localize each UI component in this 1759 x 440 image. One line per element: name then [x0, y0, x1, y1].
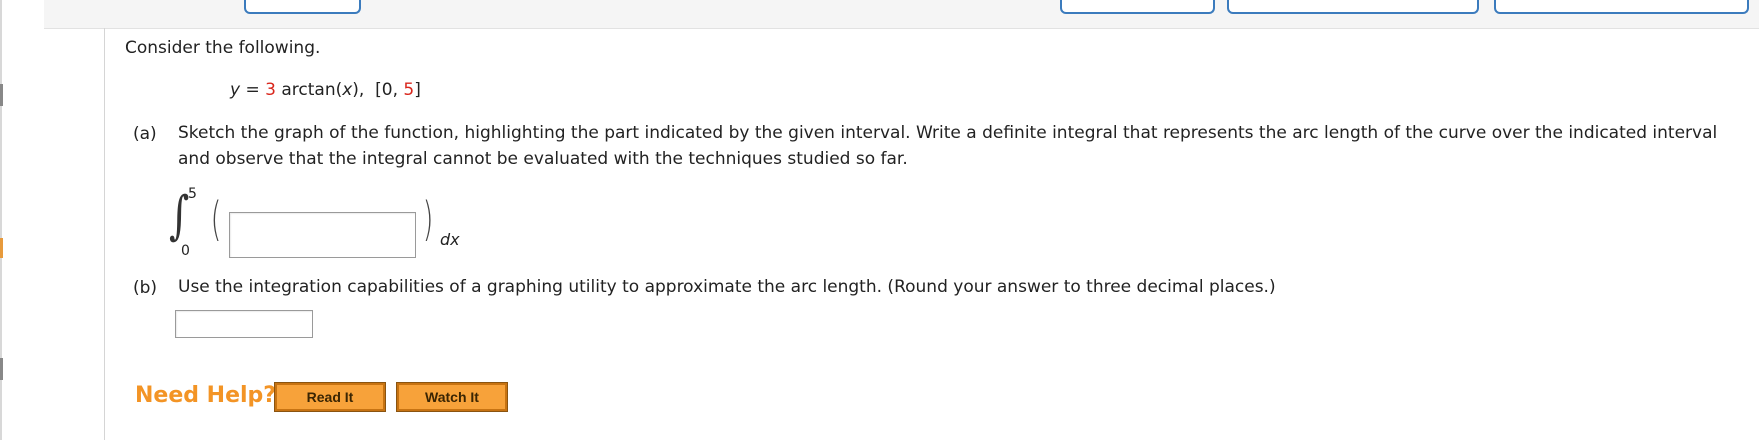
- part-a-label: (a): [133, 124, 157, 144]
- need-help-title: Need Help?: [135, 383, 277, 408]
- integral-differential: dx: [440, 230, 460, 249]
- interval-close: ]: [414, 80, 421, 100]
- toolbar-tab-2[interactable]: [1060, 0, 1215, 14]
- equation-coefficient: 3: [265, 80, 276, 100]
- toolbar-tab-4[interactable]: [1494, 0, 1749, 14]
- part-b-label: (b): [133, 278, 158, 298]
- equation-func-prefix: arctan(: [275, 80, 343, 100]
- equation-variable: x: [342, 80, 353, 100]
- toolbar-tab-3[interactable]: [1227, 0, 1479, 14]
- equation-lhs: y: [230, 80, 241, 100]
- integral-upper-limit: 5: [188, 186, 197, 202]
- integral-expression: ∫ 5 0 ( ) dx: [167, 186, 467, 266]
- read-it-button[interactable]: Read It: [274, 382, 386, 412]
- arc-length-input[interactable]: [175, 310, 313, 338]
- left-paren: (: [210, 192, 222, 246]
- equation-func-suffix: ),: [352, 80, 365, 100]
- integral-sign-icon: ∫: [169, 186, 190, 246]
- toolbar-tab-1[interactable]: [244, 0, 361, 14]
- interval-end: 5: [403, 80, 415, 100]
- top-toolbar: [44, 0, 1759, 29]
- integral-lower-limit: 0: [181, 243, 190, 259]
- watch-it-button[interactable]: Watch It: [396, 382, 508, 412]
- part-a-text: Sketch the graph of the function, highli…: [178, 123, 1718, 169]
- right-paren: ): [422, 192, 434, 246]
- function-equation: y = 3 arctan(x), [0, 5]: [230, 80, 421, 100]
- interval-open: [0,: [375, 80, 404, 100]
- equation-equals: =: [240, 80, 266, 100]
- integrand-input[interactable]: [229, 212, 416, 258]
- part-b-text: Use the integration capabilities of a gr…: [178, 277, 1276, 297]
- content-frame-border: [104, 28, 105, 440]
- question-intro: Consider the following.: [125, 38, 321, 58]
